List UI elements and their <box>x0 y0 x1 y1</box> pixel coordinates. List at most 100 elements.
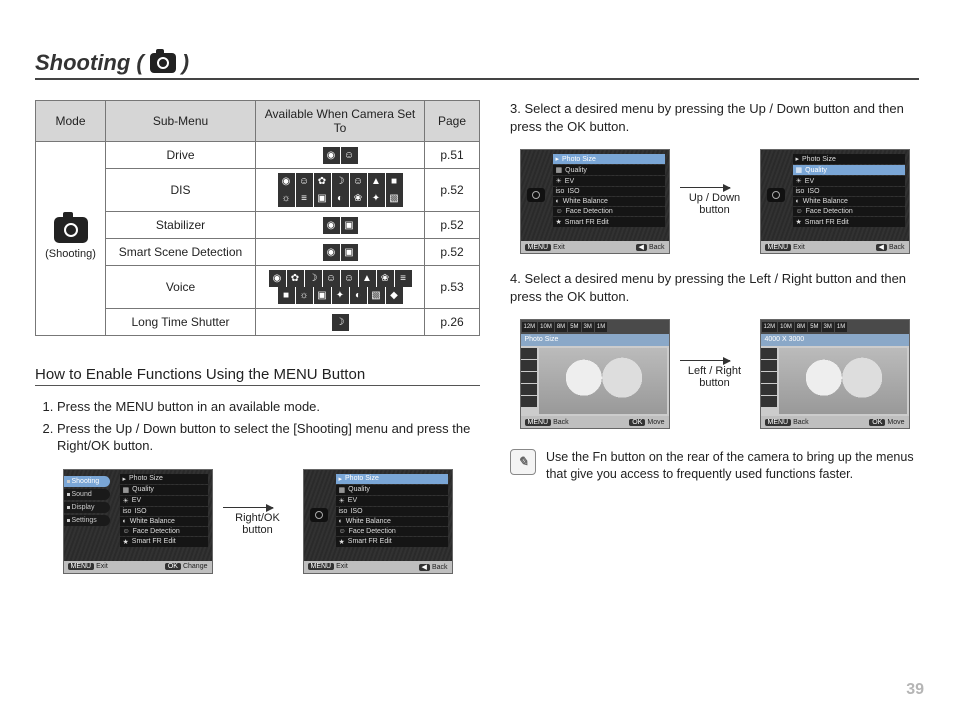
row-ssd-page: p.52 <box>425 239 480 266</box>
menu-item: ☺Face Detection <box>553 207 665 216</box>
row-stab-avail: ◉▣ <box>256 212 425 239</box>
menu-item: ★Smart FR Edit <box>336 537 448 547</box>
photo-screenshot: 12M10M8M5M3M1M 4000 X 3000 MENUBack OKMo… <box>760 319 910 429</box>
photo-size-bar: Photo Size <box>521 334 669 346</box>
mode-tile-icon: ≡ <box>296 190 313 207</box>
menu-item: ◐White Balance <box>553 197 665 206</box>
menu-item: ▸Photo Size <box>336 474 448 484</box>
menu-item: ☀EV <box>336 496 448 506</box>
row-stab-sub: Stabilizer <box>106 212 256 239</box>
mode-tile-icon: ☺ <box>350 173 367 190</box>
tab-settings: Settings <box>64 515 110 526</box>
camera-mode-icon <box>54 217 88 243</box>
menu-item: ★Smart FR Edit <box>553 217 665 227</box>
mode-tile-icon: ▣ <box>341 244 358 261</box>
mode-tile-icon: ☺ <box>341 147 358 164</box>
photo-preview <box>779 348 907 414</box>
menu-item: ▦Quality <box>336 485 448 495</box>
row-lts-avail: ☽ <box>256 309 425 336</box>
menu-item: ☀EV <box>793 176 905 186</box>
mode-tile-icon: ☺ <box>296 173 313 190</box>
title-suffix: ) <box>182 50 189 76</box>
title-text: Shooting ( <box>35 50 144 76</box>
mode-tile-icon: ▲ <box>368 173 385 190</box>
mode-tile-icon: ☽ <box>332 314 349 331</box>
arrow-icon <box>680 187 730 188</box>
mode-tile-icon: ◉ <box>269 270 286 287</box>
menu-screenshot: ▸Photo Size ▦Quality ☀EV isoISO ◐White B… <box>303 469 453 574</box>
mode-tile-icon: ☽ <box>305 270 322 287</box>
menu-item: ▸Photo Size <box>120 474 208 484</box>
mode-tile-icon: ▣ <box>341 217 358 234</box>
menu-item: ★Smart FR Edit <box>793 217 905 227</box>
menu-item: ▦Quality <box>120 485 208 495</box>
steps-list-left: Press the MENU button in an available mo… <box>35 398 480 455</box>
mode-tile-icon: ✦ <box>368 190 385 207</box>
screenshot-row-r2: 12M10M8M5M3M1M Photo Size MENUBack OKMov… <box>510 319 919 429</box>
mode-tile-icon: ▣ <box>314 287 331 304</box>
mode-tile-icon: ☼ <box>278 190 295 207</box>
menu-item: ◐White Balance <box>793 197 905 206</box>
mode-tile-icon: ☺ <box>323 270 340 287</box>
row-drive-page: p.51 <box>425 142 480 169</box>
menu-item: isoISO <box>120 507 208 516</box>
mode-tile-icon: ◉ <box>323 244 340 261</box>
section-subtitle: How to Enable Functions Using the MENU B… <box>35 366 480 386</box>
mode-tile-icon: ▲ <box>359 270 376 287</box>
row-dis-sub: DIS <box>106 169 256 212</box>
mode-tile-icon: ■ <box>278 287 295 304</box>
menu-item: ☀EV <box>120 496 208 506</box>
mode-tile-icon: ■ <box>386 173 403 190</box>
menu-item: ☺Face Detection <box>336 527 448 536</box>
menu-item: ☀EV <box>553 176 665 186</box>
row-stab-page: p.52 <box>425 212 480 239</box>
step-1: Press the MENU button in an available mo… <box>57 398 480 416</box>
mode-tile-icon: ❀ <box>377 270 394 287</box>
page-title: Shooting ( ) <box>35 50 919 76</box>
step-4: 4. Select a desired menu by pressing the… <box>510 270 919 305</box>
row-voice-sub: Voice <box>106 266 256 309</box>
mode-tile-icon: ◐ <box>350 287 367 304</box>
step-3: 3. Select a desired menu by pressing the… <box>510 100 919 135</box>
row-drive-avail: ◉☺ <box>256 142 425 169</box>
mode-label: (Shooting) <box>45 248 96 260</box>
menu-item: ☺Face Detection <box>793 207 905 216</box>
menu-item: ◐White Balance <box>336 517 448 526</box>
mode-tile-icon: ▧ <box>368 287 385 304</box>
note-text: Use the Fn button on the rear of the cam… <box>546 449 919 483</box>
page-title-row: Shooting ( ) <box>35 50 919 80</box>
menu-item: ▸Photo Size <box>553 154 665 164</box>
row-lts-sub: Long Time Shutter <box>106 309 256 336</box>
th-mode: Mode <box>36 101 106 142</box>
note-icon: ✎ <box>510 449 536 475</box>
menu-item: ▦Quality <box>553 165 665 175</box>
row-ssd-sub: Smart Scene Detection <box>106 239 256 266</box>
modes-table: Mode Sub-Menu Available When Camera Set … <box>35 100 480 336</box>
mode-tile-icon: ◐ <box>332 190 349 207</box>
photo-size-value: 4000 X 3000 <box>761 334 909 346</box>
photo-screenshot: 12M10M8M5M3M1M Photo Size MENUBack OKMov… <box>520 319 670 429</box>
caption-rightok: Right/OK button <box>223 507 293 536</box>
camera-icon <box>527 188 545 202</box>
arrow-icon <box>223 507 273 508</box>
mode-tile-icon: ✿ <box>287 270 304 287</box>
row-voice-avail: ◉✿☽☺☺▲❀≡ ■☼▣✦◐▧◆ <box>256 266 425 309</box>
menu-item: ☺Face Detection <box>120 527 208 536</box>
mode-tile-icon: ◆ <box>386 287 403 304</box>
row-drive-sub: Drive <box>106 142 256 169</box>
th-sub: Sub-Menu <box>106 101 256 142</box>
mode-tile-icon: ▣ <box>314 190 331 207</box>
tab-shooting: Shooting <box>64 476 110 487</box>
menu-item: ◐White Balance <box>120 517 208 526</box>
page-number: 39 <box>906 681 924 699</box>
note-box: ✎ Use the Fn button on the rear of the c… <box>510 449 919 483</box>
menu-item: isoISO <box>793 187 905 196</box>
camera-icon <box>310 508 328 522</box>
menu-item: isoISO <box>553 187 665 196</box>
th-page: Page <box>425 101 480 142</box>
mode-tile-icon: ❀ <box>350 190 367 207</box>
step-2: Press the Up / Down button to select the… <box>57 420 480 455</box>
menu-screenshot: ▸Photo Size ▦Quality ☀EV isoISO ◐White B… <box>760 149 910 254</box>
menu-screenshot: ▸Photo Size ▦Quality ☀EV isoISO ◐White B… <box>520 149 670 254</box>
mode-tile-icon: ☽ <box>332 173 349 190</box>
